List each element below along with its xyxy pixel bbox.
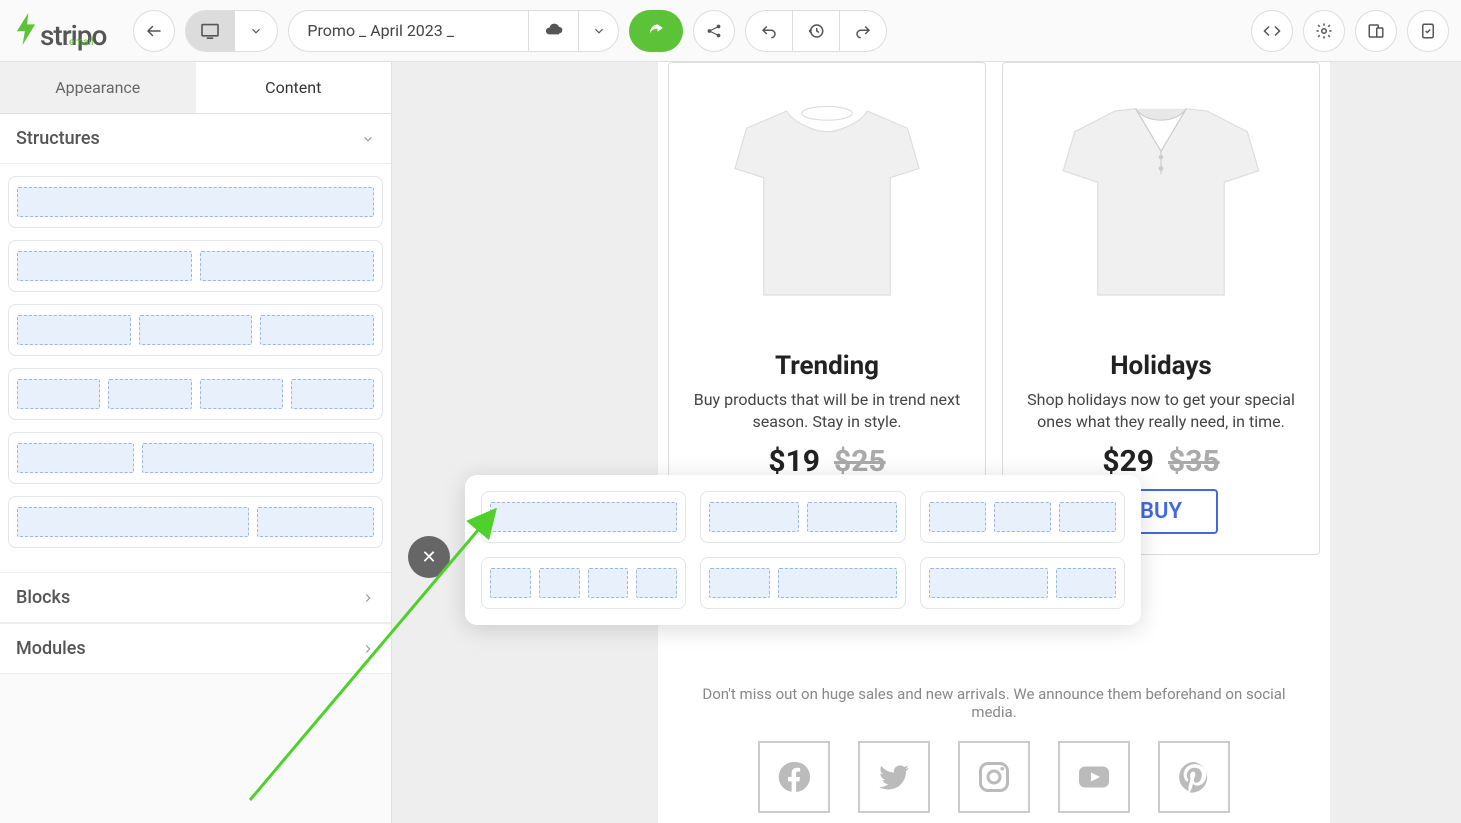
arrow-left-icon: [145, 22, 163, 40]
footer-text: Don't miss out on huge sales and new arr…: [658, 685, 1330, 721]
float-structure-3col[interactable]: [920, 491, 1125, 543]
product-price: $19: [768, 444, 820, 479]
float-structure-2col[interactable]: [700, 491, 905, 543]
save-dropdown[interactable]: [579, 10, 619, 52]
settings-button[interactable]: [1303, 10, 1345, 52]
code-icon: [1263, 22, 1281, 40]
logo-subtext: .email: [66, 37, 93, 48]
email-preview[interactable]: Trending Buy products that will be in tr…: [658, 62, 1330, 823]
export-button[interactable]: [629, 10, 683, 52]
product-description: Shop holidays now to get your special on…: [1015, 389, 1307, 434]
view-dropdown[interactable]: [235, 11, 277, 51]
twitter-icon: [876, 759, 912, 795]
modules-header[interactable]: Modules: [0, 624, 391, 674]
devices-icon: [1367, 22, 1385, 40]
structure-4col[interactable]: [8, 368, 383, 420]
canvas[interactable]: Trending Buy products that will be in tr…: [392, 62, 1461, 823]
structure-2col-left[interactable]: [8, 432, 383, 484]
tshirt-icon: [712, 83, 942, 323]
structures-body: [0, 164, 391, 572]
blocks-header[interactable]: Blocks: [0, 573, 391, 623]
youtube-icon: [1076, 759, 1112, 795]
mobile-preview-button[interactable]: [1355, 10, 1397, 52]
structures-header[interactable]: Structures: [0, 114, 391, 164]
title-group: [288, 10, 619, 52]
product-description: Buy products that will be in trend next …: [681, 389, 973, 434]
top-toolbar: stripo .email: [0, 0, 1461, 62]
undo-button[interactable]: [746, 11, 793, 51]
clipboard-check-icon: [1419, 22, 1437, 40]
close-panel-button[interactable]: ✕: [408, 536, 450, 578]
modules-section: Modules: [0, 623, 391, 674]
structure-2col-right[interactable]: [8, 496, 383, 548]
blocks-section: Blocks: [0, 572, 391, 623]
pinterest-link[interactable]: [1158, 741, 1230, 813]
view-mode-group: [185, 10, 278, 52]
product-title: Holidays: [1015, 351, 1307, 381]
structure-3col[interactable]: [8, 304, 383, 356]
redo-button[interactable]: [840, 11, 886, 51]
floating-structures-panel[interactable]: [465, 475, 1141, 625]
template-title-input[interactable]: [288, 10, 529, 52]
desktop-icon: [200, 23, 220, 39]
polo-icon: [1046, 83, 1276, 323]
checklist-button[interactable]: [1407, 10, 1449, 52]
close-icon: ✕: [421, 547, 436, 568]
structure-2col[interactable]: [8, 240, 383, 292]
share-button[interactable]: [693, 10, 735, 52]
product-title: Trending: [681, 351, 973, 381]
chevron-down-icon: [249, 24, 263, 38]
product-image: [1015, 63, 1307, 343]
instagram-icon: [976, 759, 1012, 795]
structure-1col[interactable]: [8, 176, 383, 228]
float-structure-4col[interactable]: [481, 557, 686, 609]
code-button[interactable]: [1251, 10, 1293, 52]
facebook-icon: [776, 759, 812, 795]
structures-label: Structures: [16, 128, 100, 149]
product-pricing: $19 $25: [681, 444, 973, 479]
desktop-view-button[interactable]: [186, 11, 235, 51]
modules-label: Modules: [16, 638, 86, 659]
product-old-price: $25: [834, 444, 886, 479]
product-pricing: $29 $35: [1015, 444, 1307, 479]
youtube-link[interactable]: [1058, 741, 1130, 813]
export-icon: [646, 22, 666, 40]
history-button[interactable]: [793, 11, 840, 51]
history-group: [745, 10, 887, 52]
structures-section: Structures: [0, 114, 391, 572]
undo-icon: [760, 23, 778, 39]
product-price: $29: [1102, 444, 1154, 479]
sidebar-tabs: Appearance Content: [0, 62, 391, 114]
pinterest-icon: [1176, 759, 1212, 795]
redo-icon: [854, 23, 872, 39]
twitter-link[interactable]: [858, 741, 930, 813]
facebook-link[interactable]: [758, 741, 830, 813]
chevron-down-icon: [592, 24, 606, 38]
blocks-label: Blocks: [16, 587, 70, 608]
gear-icon: [1315, 22, 1333, 40]
logo[interactable]: stripo .email: [12, 9, 93, 52]
cloud-upload-icon: [544, 23, 564, 39]
back-button[interactable]: [133, 10, 175, 52]
float-structure-left-wide[interactable]: [700, 557, 905, 609]
product-image: [681, 63, 973, 343]
tab-appearance[interactable]: Appearance: [0, 62, 196, 113]
save-cloud-button[interactable]: [529, 10, 579, 52]
float-structure-right-wide[interactable]: [920, 557, 1125, 609]
sidebar: Appearance Content Structures Blocks Mod…: [0, 62, 392, 823]
share-icon: [705, 22, 723, 40]
product-old-price: $35: [1168, 444, 1220, 479]
chevron-down-icon: [361, 132, 375, 146]
history-icon: [807, 22, 825, 40]
instagram-link[interactable]: [958, 741, 1030, 813]
chevron-right-icon: [361, 591, 375, 605]
chevron-right-icon: [361, 642, 375, 656]
social-row: [658, 741, 1330, 813]
logo-icon: [12, 13, 40, 45]
float-structure-1col[interactable]: [481, 491, 686, 543]
tab-content[interactable]: Content: [196, 62, 392, 113]
